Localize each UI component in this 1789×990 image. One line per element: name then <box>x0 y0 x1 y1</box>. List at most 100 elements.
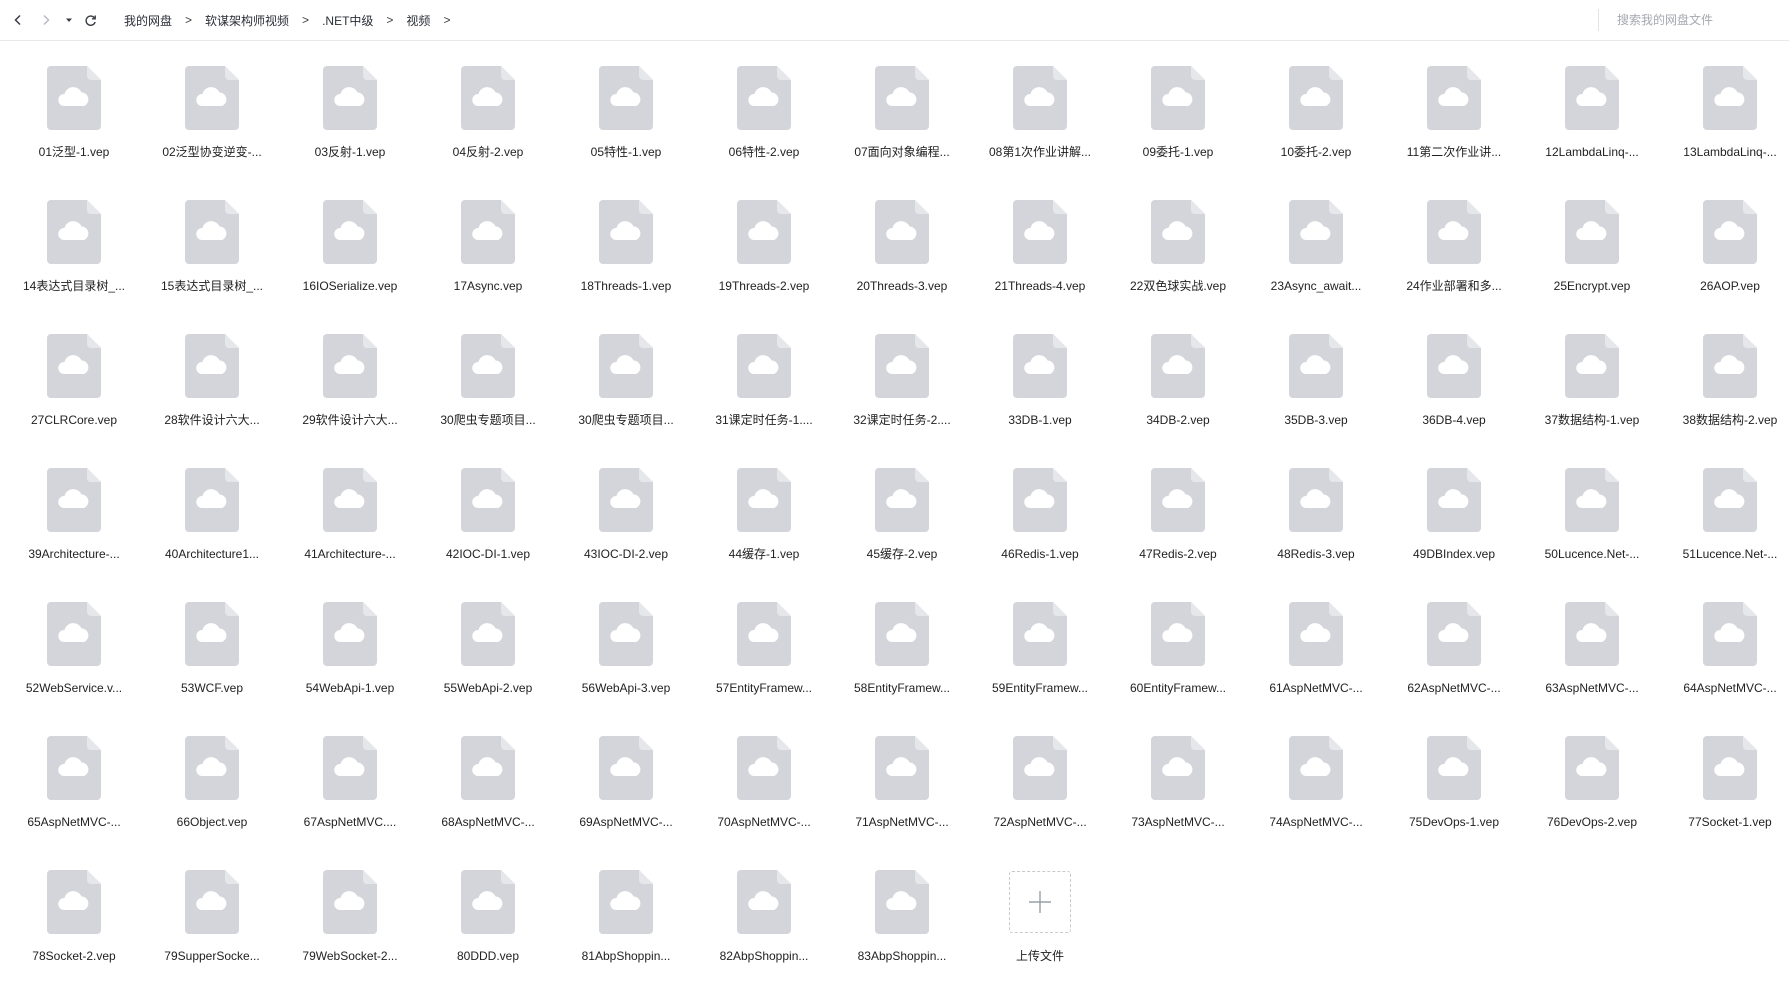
file-item[interactable]: 30爬虫专题项目... <box>557 320 695 454</box>
file-item[interactable]: 18Threads-1.vep <box>557 186 695 320</box>
file-item[interactable]: 63AspNetMVC-... <box>1523 588 1661 722</box>
file-item[interactable]: 04反射-2.vep <box>419 52 557 186</box>
file-item[interactable]: 33DB-1.vep <box>971 320 1109 454</box>
file-item[interactable]: 06特性-2.vep <box>695 52 833 186</box>
file-item[interactable]: 81AbpShoppin... <box>557 856 695 990</box>
file-item[interactable]: 15表达式目录树_... <box>143 186 281 320</box>
file-item[interactable]: 17Async.vep <box>419 186 557 320</box>
cloud-file-icon <box>185 736 239 800</box>
file-item[interactable]: 78Socket-2.vep <box>5 856 143 990</box>
upload-file-button[interactable]: 上传文件 <box>971 856 1109 990</box>
file-item[interactable]: 30爬虫专题项目... <box>419 320 557 454</box>
file-item[interactable]: 23Async_await... <box>1247 186 1385 320</box>
file-item[interactable]: 27CLRCore.vep <box>5 320 143 454</box>
file-item[interactable]: 11第二次作业讲... <box>1385 52 1523 186</box>
file-item[interactable]: 03反射-1.vep <box>281 52 419 186</box>
file-name: 23Async_await... <box>1270 279 1362 293</box>
file-item[interactable]: 82AbpShoppin... <box>695 856 833 990</box>
file-item[interactable]: 57EntityFramew... <box>695 588 833 722</box>
file-item[interactable]: 76DevOps-2.vep <box>1523 722 1661 856</box>
file-item[interactable]: 79WebSocket-2... <box>281 856 419 990</box>
file-item[interactable]: 50Lucence.Net-... <box>1523 454 1661 588</box>
file-item[interactable]: 55WebApi-2.vep <box>419 588 557 722</box>
file-item[interactable]: 68AspNetMVC-... <box>419 722 557 856</box>
file-item[interactable]: 62AspNetMVC-... <box>1385 588 1523 722</box>
breadcrumb-item[interactable]: 软谋架构师视频 <box>205 12 289 29</box>
file-item[interactable]: 14表达式目录树_... <box>5 186 143 320</box>
breadcrumb-item[interactable]: .NET中级 <box>322 12 373 29</box>
cloud-file-icon <box>1013 468 1067 532</box>
file-item[interactable]: 67AspNetMVC.... <box>281 722 419 856</box>
cloud-file-icon <box>185 200 239 264</box>
file-item[interactable]: 44缓存-1.vep <box>695 454 833 588</box>
file-item[interactable]: 39Architecture-... <box>5 454 143 588</box>
file-item[interactable]: 35DB-3.vep <box>1247 320 1385 454</box>
file-item[interactable]: 05特性-1.vep <box>557 52 695 186</box>
file-item[interactable]: 41Architecture-... <box>281 454 419 588</box>
file-item[interactable]: 45缓存-2.vep <box>833 454 971 588</box>
file-item[interactable]: 66Object.vep <box>143 722 281 856</box>
file-item[interactable]: 75DevOps-1.vep <box>1385 722 1523 856</box>
file-item[interactable]: 43IOC-DI-2.vep <box>557 454 695 588</box>
history-dropdown-button[interactable] <box>62 8 76 32</box>
file-item[interactable]: 36DB-4.vep <box>1385 320 1523 454</box>
file-item[interactable]: 48Redis-3.vep <box>1247 454 1385 588</box>
file-item[interactable]: 51Lucence.Net-... <box>1661 454 1789 588</box>
file-item[interactable]: 69AspNetMVC-... <box>557 722 695 856</box>
file-item[interactable]: 12LambdaLinq-... <box>1523 52 1661 186</box>
file-item[interactable]: 58EntityFramew... <box>833 588 971 722</box>
file-item[interactable]: 80DDD.vep <box>419 856 557 990</box>
file-item[interactable]: 65AspNetMVC-... <box>5 722 143 856</box>
file-item[interactable]: 02泛型协变逆变-... <box>143 52 281 186</box>
file-item[interactable]: 01泛型-1.vep <box>5 52 143 186</box>
file-item[interactable]: 49DBIndex.vep <box>1385 454 1523 588</box>
file-item[interactable]: 13LambdaLinq-... <box>1661 52 1789 186</box>
file-item[interactable]: 34DB-2.vep <box>1109 320 1247 454</box>
file-item[interactable]: 26AOP.vep <box>1661 186 1789 320</box>
file-item[interactable]: 40Architecture1... <box>143 454 281 588</box>
file-item[interactable]: 22双色球实战.vep <box>1109 186 1247 320</box>
file-item[interactable]: 72AspNetMVC-... <box>971 722 1109 856</box>
search-input[interactable] <box>1617 13 1787 27</box>
breadcrumb-item[interactable]: 视频 <box>406 12 430 29</box>
file-item[interactable]: 16IOSerialize.vep <box>281 186 419 320</box>
file-item[interactable]: 09委托-1.vep <box>1109 52 1247 186</box>
file-item[interactable]: 74AspNetMVC-... <box>1247 722 1385 856</box>
refresh-button[interactable] <box>78 8 102 32</box>
file-item[interactable]: 73AspNetMVC-... <box>1109 722 1247 856</box>
file-item[interactable]: 59EntityFramew... <box>971 588 1109 722</box>
file-item[interactable]: 70AspNetMVC-... <box>695 722 833 856</box>
file-item[interactable]: 31课定时任务-1.... <box>695 320 833 454</box>
breadcrumb-item[interactable]: 我的网盘 <box>124 12 172 29</box>
file-item[interactable]: 53WCF.vep <box>143 588 281 722</box>
file-item[interactable]: 56WebApi-3.vep <box>557 588 695 722</box>
file-item[interactable]: 19Threads-2.vep <box>695 186 833 320</box>
file-item[interactable]: 38数据结构-2.vep <box>1661 320 1789 454</box>
file-item[interactable]: 29软件设计六大... <box>281 320 419 454</box>
file-item[interactable]: 21Threads-4.vep <box>971 186 1109 320</box>
back-button[interactable] <box>6 8 30 32</box>
file-item[interactable]: 42IOC-DI-1.vep <box>419 454 557 588</box>
file-item[interactable]: 08第1次作业讲解... <box>971 52 1109 186</box>
file-item[interactable]: 25Encrypt.vep <box>1523 186 1661 320</box>
file-item[interactable]: 32课定时任务-2.... <box>833 320 971 454</box>
forward-button[interactable] <box>34 8 58 32</box>
cloud-file-icon <box>1427 736 1481 800</box>
file-item[interactable]: 61AspNetMVC-... <box>1247 588 1385 722</box>
file-item[interactable]: 60EntityFramew... <box>1109 588 1247 722</box>
file-item[interactable]: 46Redis-1.vep <box>971 454 1109 588</box>
file-item[interactable]: 52WebService.v... <box>5 588 143 722</box>
file-item[interactable]: 77Socket-1.vep <box>1661 722 1789 856</box>
file-item[interactable]: 10委托-2.vep <box>1247 52 1385 186</box>
file-item[interactable]: 83AbpShoppin... <box>833 856 971 990</box>
file-item[interactable]: 37数据结构-1.vep <box>1523 320 1661 454</box>
file-item[interactable]: 71AspNetMVC-... <box>833 722 971 856</box>
file-item[interactable]: 64AspNetMVC-... <box>1661 588 1789 722</box>
file-item[interactable]: 24作业部署和多... <box>1385 186 1523 320</box>
file-item[interactable]: 07面向对象编程... <box>833 52 971 186</box>
file-item[interactable]: 79SupperSocke... <box>143 856 281 990</box>
file-item[interactable]: 54WebApi-1.vep <box>281 588 419 722</box>
file-item[interactable]: 20Threads-3.vep <box>833 186 971 320</box>
file-item[interactable]: 47Redis-2.vep <box>1109 454 1247 588</box>
file-item[interactable]: 28软件设计六大... <box>143 320 281 454</box>
